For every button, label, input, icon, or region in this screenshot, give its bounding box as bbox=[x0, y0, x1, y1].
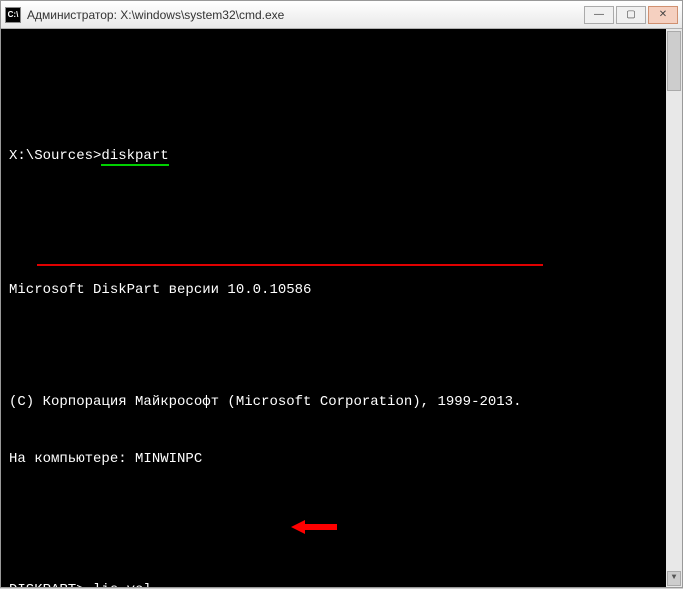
line-diskpart: X:\Sources>diskpart bbox=[9, 147, 674, 166]
prompt: X:\Sources> bbox=[9, 148, 101, 164]
red-arrow-icon bbox=[291, 518, 337, 536]
scrollbar[interactable]: ▼ bbox=[666, 29, 682, 587]
minimize-button[interactable]: — bbox=[584, 6, 614, 24]
cmd-icon: C:\ bbox=[5, 7, 21, 23]
prompt: DISKPART> bbox=[9, 582, 93, 587]
line-version: Microsoft DiskPart версии 10.0.10586 bbox=[9, 281, 674, 300]
terminal-content: X:\Sources>diskpart Microsoft DiskPart в… bbox=[1, 29, 682, 587]
terminal[interactable]: X:\Sources>diskpart Microsoft DiskPart в… bbox=[1, 29, 682, 587]
cmd-window: C:\ Администратор: X:\windows\system32\c… bbox=[0, 0, 683, 588]
window-controls: — ▢ ✕ bbox=[584, 6, 678, 24]
maximize-button[interactable]: ▢ bbox=[616, 6, 646, 24]
scroll-down-icon[interactable]: ▼ bbox=[667, 571, 681, 586]
titlebar[interactable]: C:\ Администратор: X:\windows\system32\c… bbox=[1, 1, 682, 29]
cmd-lisvol: lis vol bbox=[93, 582, 152, 587]
red-underline-annotation bbox=[37, 264, 543, 266]
close-button[interactable]: ✕ bbox=[648, 6, 678, 24]
line-lisvol: DISKPART> lis vol bbox=[9, 581, 674, 587]
scroll-thumb[interactable] bbox=[667, 31, 681, 91]
line-computer: На компьютере: MINWINPC bbox=[9, 450, 674, 469]
cmd-diskpart: diskpart bbox=[101, 148, 168, 166]
line-copyright: (C) Корпорация Майкрософт (Microsoft Cor… bbox=[9, 393, 674, 412]
window-title: Администратор: X:\windows\system32\cmd.e… bbox=[27, 8, 584, 22]
